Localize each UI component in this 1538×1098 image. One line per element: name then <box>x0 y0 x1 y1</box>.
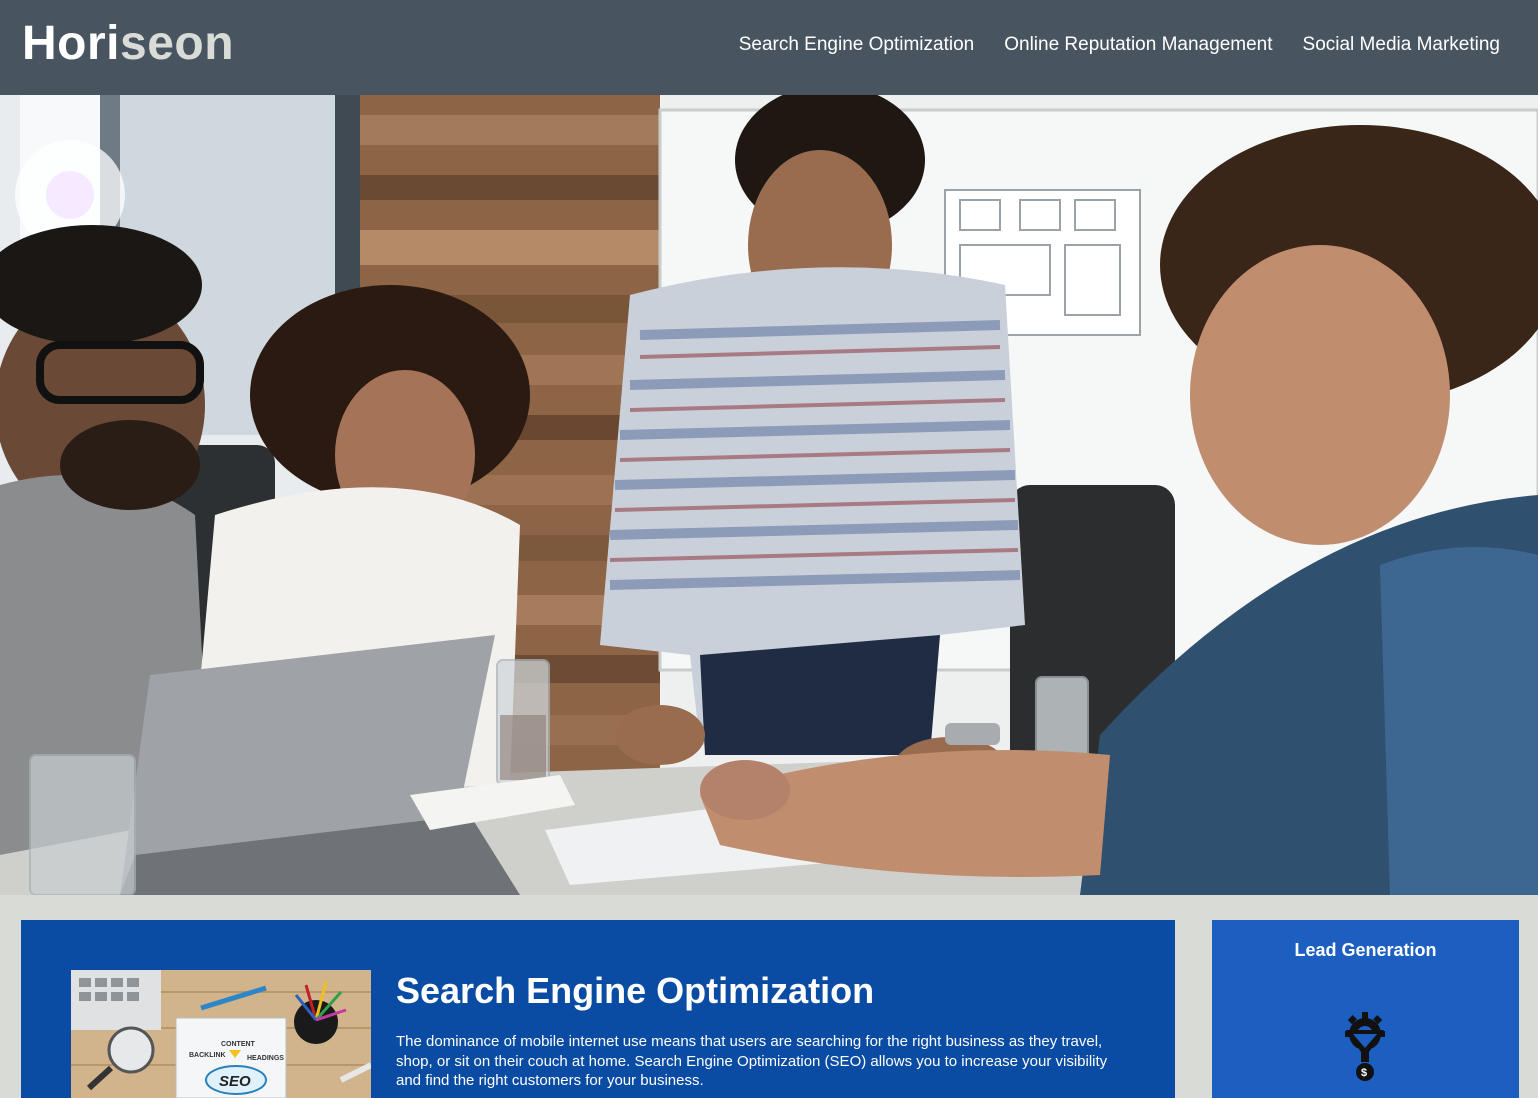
seo-image: CONTENT BACKLINK HEADINGS SEO <box>71 970 371 1098</box>
team-meeting-photo <box>0 95 1538 895</box>
content-doodle-text: CONTENT <box>221 1041 256 1048</box>
logo-main: Hori <box>22 17 120 70</box>
lead-funnel-gear-icon: $ <box>1340 1006 1390 1086</box>
lead-generation-card: Lead Generation $ <box>1212 920 1519 1098</box>
main-nav: Search Engine Optimization Online Reputa… <box>739 34 1500 56</box>
svg-text:$: $ <box>1361 1067 1367 1079</box>
seo-title: Search Engine Optimization <box>396 970 875 1011</box>
seo-desk-photo: CONTENT BACKLINK HEADINGS SEO <box>71 970 371 1098</box>
logo-accent: seon <box>120 17 235 70</box>
lead-generation-title: Lead Generation <box>1294 940 1437 960</box>
backlink-doodle-text: BACKLINK <box>189 1052 226 1059</box>
nav-link-seo[interactable]: Search Engine Optimization <box>739 34 975 56</box>
seo-doodle-text: SEO <box>219 1073 251 1090</box>
logo[interactable]: Horiseon <box>22 16 234 71</box>
nav-link-social-media[interactable]: Social Media Marketing <box>1303 34 1500 56</box>
seo-description: The dominance of mobile internet use mea… <box>396 1033 1108 1089</box>
headings-doodle-text: HEADINGS <box>247 1055 284 1062</box>
hero-image <box>0 95 1538 895</box>
site-header: Horiseon Search Engine Optimization Onli… <box>0 0 1538 95</box>
nav-link-reputation[interactable]: Online Reputation Management <box>1004 34 1272 56</box>
seo-section: CONTENT BACKLINK HEADINGS SEO Search Eng… <box>21 920 1175 1098</box>
